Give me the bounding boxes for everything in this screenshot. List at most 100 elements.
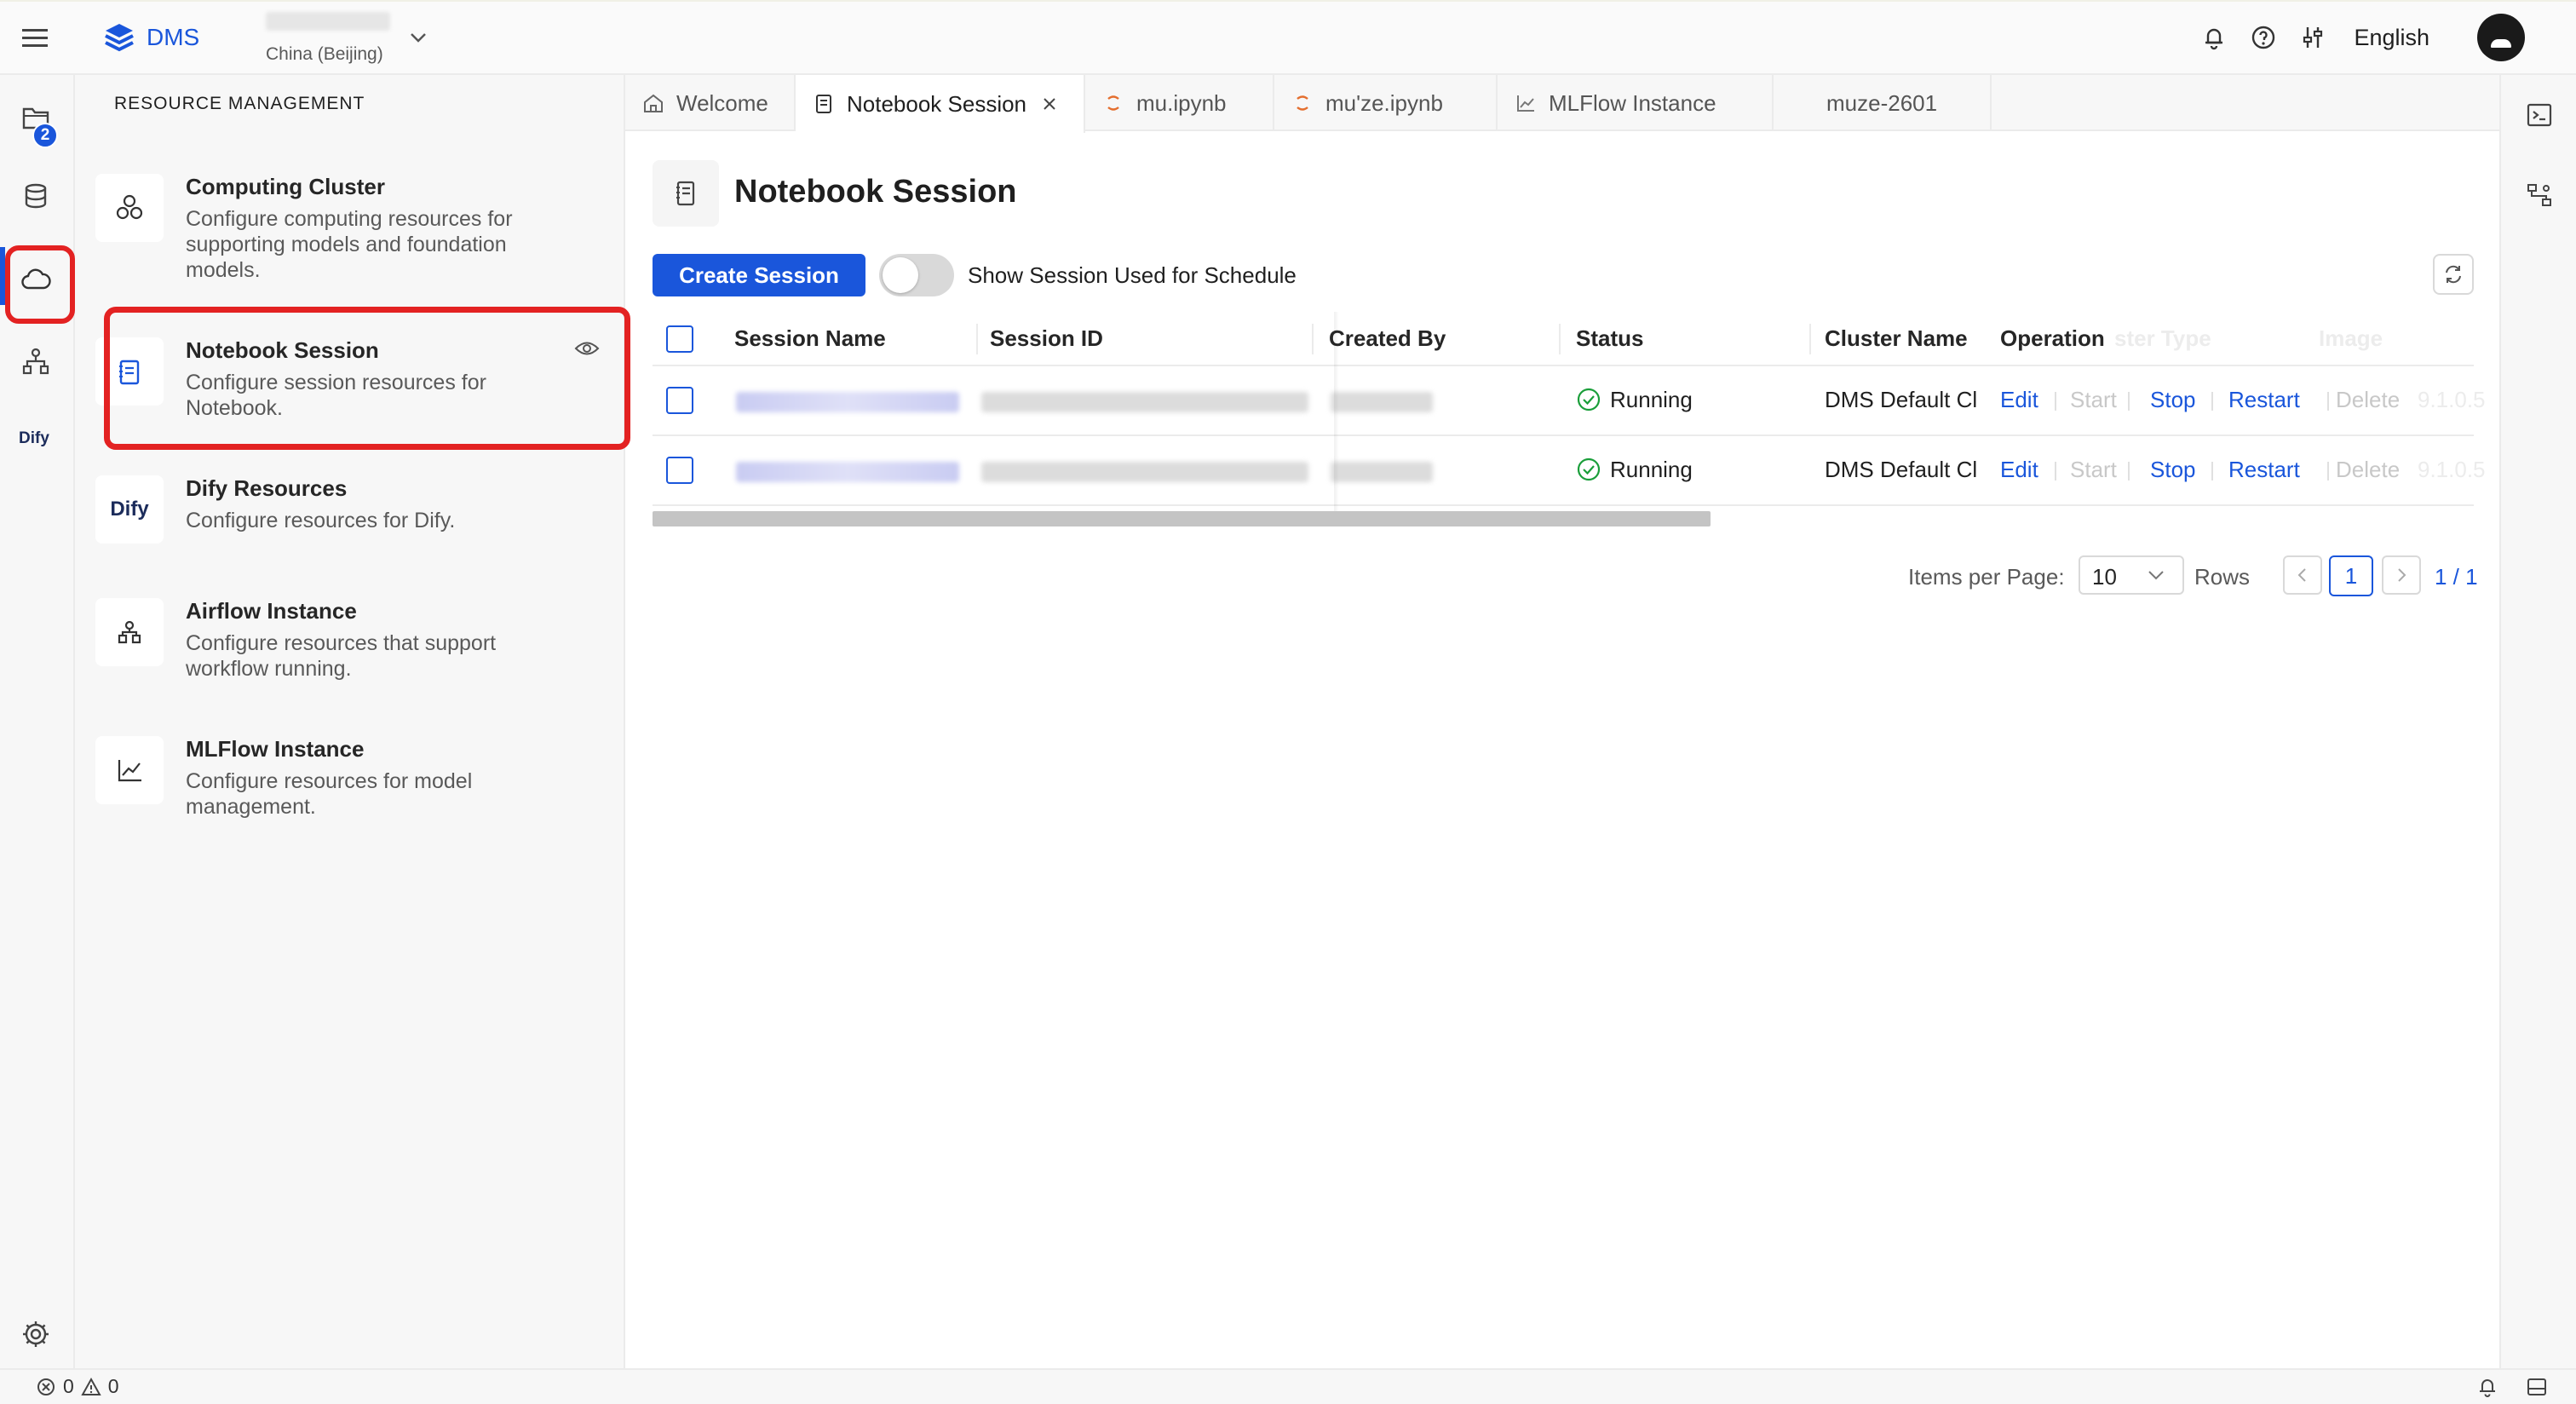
resource-item-title: Dify Resources xyxy=(186,475,348,501)
page-total: 1 / 1 xyxy=(2435,564,2478,590)
check-circle-icon xyxy=(1577,457,1601,481)
cluster-name: DMS Default Cl xyxy=(1825,457,1978,482)
eye-icon[interactable] xyxy=(574,339,600,358)
dify-icon: Dify xyxy=(95,475,164,544)
menu-icon[interactable] xyxy=(19,24,53,53)
flow-icon[interactable] xyxy=(2525,181,2554,210)
session-name-redacted[interactable] xyxy=(736,392,959,412)
problems-indicator[interactable]: 0 0 xyxy=(36,1375,119,1398)
bell-icon[interactable] xyxy=(2200,24,2228,51)
stop-button[interactable]: Stop xyxy=(2150,387,2196,413)
region-label[interactable]: China (Beijing) xyxy=(266,44,383,65)
column-header-status[interactable]: Status xyxy=(1576,325,1643,352)
tab-mu-ipynb[interactable]: mu.ipynb xyxy=(1085,75,1274,131)
create-session-button[interactable]: Create Session xyxy=(653,254,865,296)
column-divider[interactable] xyxy=(1312,324,1314,354)
column-header-operation: Operation xyxy=(2000,325,2105,351)
column-header-session-name[interactable]: Session Name xyxy=(734,325,886,352)
notification-badge: 2 xyxy=(32,123,58,148)
jupyter-icon xyxy=(1102,92,1124,114)
column-header-cluster-type: ster Type xyxy=(2114,325,2211,351)
restart-button[interactable]: Restart xyxy=(2228,387,2300,413)
refresh-icon xyxy=(2446,265,2461,284)
rail-highlight-box xyxy=(5,245,75,324)
op-divider xyxy=(2055,392,2056,411)
resource-highlight-box xyxy=(104,307,630,450)
previous-page-button[interactable] xyxy=(2283,555,2322,595)
fixed-column-shadow xyxy=(1334,312,1339,511)
tab-muze-2601[interactable]: muze-2601 xyxy=(1774,75,1992,131)
column-header-created-by[interactable]: Created By xyxy=(1329,325,1446,352)
panel-layout-icon[interactable] xyxy=(2525,1375,2549,1399)
select-all-checkbox[interactable] xyxy=(666,325,693,353)
table-row[interactable]: Running DMS Default Cl Edit Start Stop R… xyxy=(653,366,2486,436)
start-button[interactable]: Start xyxy=(2070,387,2117,413)
image-version: 9.1.0.5 xyxy=(2418,457,2486,482)
column-divider[interactable] xyxy=(1809,324,1811,354)
right-rail xyxy=(2499,75,2576,1368)
chevron-right-icon xyxy=(2398,568,2406,582)
created-by-redacted xyxy=(1331,462,1433,482)
gear-icon[interactable] xyxy=(19,1317,53,1351)
app-name: DMS xyxy=(147,24,200,50)
database-icon[interactable] xyxy=(19,179,53,213)
jupyter-icon xyxy=(1291,92,1314,114)
notebook-icon xyxy=(813,93,835,115)
horizontal-scrollbar[interactable] xyxy=(653,511,1711,526)
start-button[interactable]: Start xyxy=(2070,457,2117,483)
cluster-icon xyxy=(95,174,164,242)
page-title: Notebook Session xyxy=(734,174,1017,210)
resource-item-desc: Configure computing resources for suppor… xyxy=(186,207,513,282)
line-chart-icon xyxy=(1515,92,1537,114)
edit-button[interactable]: Edit xyxy=(2000,387,2038,413)
op-divider xyxy=(2211,462,2213,480)
table-row[interactable]: Running DMS Default Cl Edit Start Stop R… xyxy=(653,436,2486,506)
created-by-redacted xyxy=(1331,392,1433,412)
language-selector[interactable]: English xyxy=(2354,25,2429,51)
panel-title: RESOURCE MANAGEMENT xyxy=(114,94,365,113)
dify-rail-item[interactable]: Dify xyxy=(19,429,49,448)
session-id-redacted xyxy=(981,392,1308,412)
close-icon[interactable] xyxy=(1038,93,1061,115)
chevron-down-icon[interactable] xyxy=(409,31,428,44)
bell-icon[interactable] xyxy=(2475,1375,2499,1399)
row-checkbox[interactable] xyxy=(666,457,693,484)
tab-mlflow-instance[interactable]: MLFlow Instance xyxy=(1498,75,1774,131)
workflow-icon[interactable] xyxy=(19,344,53,378)
terminal-icon[interactable] xyxy=(2525,101,2554,129)
column-header-cluster-name[interactable]: Cluster Name xyxy=(1825,325,1968,352)
image-version: 9.1.0.5 xyxy=(2418,387,2486,412)
current-page-button[interactable]: 1 xyxy=(2329,555,2373,596)
schedule-session-toggle[interactable] xyxy=(879,254,954,296)
table-header: Session Name Session ID Created By Statu… xyxy=(653,312,2474,366)
avatar[interactable] xyxy=(2477,14,2525,61)
help-icon[interactable] xyxy=(2250,24,2277,51)
column-header-session-id[interactable]: Session ID xyxy=(990,325,1103,352)
tab-muze-ipynb[interactable]: mu'ze.ipynb xyxy=(1274,75,1498,131)
chevron-down-icon xyxy=(2147,569,2165,581)
delete-button[interactable]: Delete xyxy=(2336,387,2400,413)
delete-button[interactable]: Delete xyxy=(2336,457,2400,483)
app-logo[interactable]: DMS xyxy=(101,19,199,56)
op-divider xyxy=(2128,392,2130,411)
edit-button[interactable]: Edit xyxy=(2000,457,2038,483)
next-page-button[interactable] xyxy=(2382,555,2421,595)
settings-sliders-icon[interactable] xyxy=(2299,24,2326,51)
op-divider xyxy=(2211,392,2213,411)
restart-button[interactable]: Restart xyxy=(2228,457,2300,483)
column-divider[interactable] xyxy=(1559,324,1561,354)
toggle-label: Show Session Used for Schedule xyxy=(968,262,1297,288)
refresh-button[interactable] xyxy=(2433,254,2474,295)
page-icon-notebook xyxy=(653,160,719,227)
op-divider xyxy=(2327,462,2329,480)
column-divider[interactable] xyxy=(976,324,978,354)
stop-button[interactable]: Stop xyxy=(2150,457,2196,483)
op-divider xyxy=(2327,392,2329,411)
row-checkbox[interactable] xyxy=(666,387,693,414)
items-per-page-label: Items per Page: xyxy=(1908,564,2065,590)
tab-welcome[interactable]: Welcome xyxy=(625,75,796,131)
session-name-redacted[interactable] xyxy=(736,462,959,482)
resource-item-desc: Configure resources for Dify. xyxy=(186,509,456,532)
chevron-left-icon xyxy=(2297,568,2306,582)
tab-notebook-session[interactable]: Notebook Session xyxy=(796,75,1085,133)
